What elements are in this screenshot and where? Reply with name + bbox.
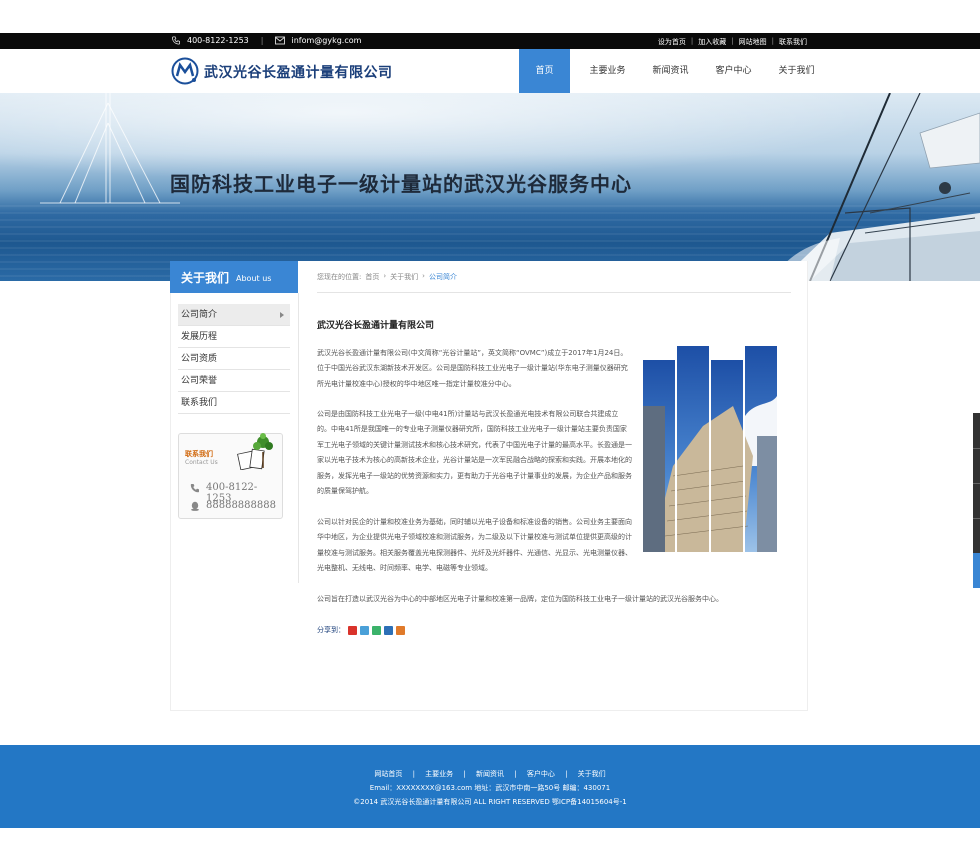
contact-card-qq[interactable]: 88888888888	[206, 500, 276, 511]
set-homepage-link[interactable]: 设为首页	[658, 37, 686, 47]
floating-side-tab[interactable]	[973, 413, 980, 588]
tab-separator	[973, 448, 980, 449]
contact-card-subtitle: Contact Us	[185, 459, 218, 466]
footer-link-business[interactable]: 主要业务	[425, 770, 453, 778]
top-divider: |	[260, 36, 264, 45]
tab-separator	[973, 518, 980, 519]
breadcrumb-separator: ›	[383, 272, 387, 280]
share-bar: 分享到：	[317, 625, 405, 635]
qq-icon	[191, 501, 199, 511]
footer-link-divider: |	[412, 770, 415, 778]
sidebar-header: 关于我们 About us	[170, 261, 298, 293]
site-footer: 网站首页 | 主要业务 | 新闻资讯 | 客户中心 | 关于我们 Email：X…	[0, 745, 980, 828]
footer-copyright: ©2014 武汉光谷长盈通计量有限公司 ALL RIGHT RESERVED 鄂…	[353, 798, 627, 806]
sidebar-menu: 公司简介 发展历程 公司资质 公司荣誉 联系我们	[178, 304, 290, 414]
sidebar-title: 关于我们	[181, 271, 230, 285]
contact-card-title: 联系我们	[185, 450, 213, 458]
nav-news[interactable]: 新闻资讯	[639, 49, 702, 93]
footer-link-news[interactable]: 新闻资讯	[476, 770, 504, 778]
sidebar-item-label: 发展历程	[181, 332, 218, 342]
sidebar-divider	[298, 293, 299, 583]
nav-about[interactable]: 关于我们	[765, 49, 828, 93]
sidebar-item-label: 公司荣誉	[181, 376, 218, 386]
top-whitespace	[0, 0, 980, 33]
breadcrumb: 您现在的位置: 首页 › 关于我们 › 公司简介	[317, 272, 457, 282]
mail-icon	[275, 36, 286, 45]
nav-business[interactable]: 主要业务	[576, 49, 639, 93]
logo-icon[interactable]	[171, 57, 199, 85]
floating-tab-active[interactable]	[973, 553, 980, 588]
banner-slogan: 国防科技工业电子一级计量站的武汉光谷服务中心	[170, 172, 632, 196]
phone-icon	[190, 484, 199, 493]
nav-customer[interactable]: 客户中心	[702, 49, 765, 93]
link-divider: |	[690, 37, 694, 45]
main-nav: 首页 主要业务 新闻资讯 客户中心 关于我们	[519, 49, 828, 93]
chevron-right-icon	[280, 312, 284, 318]
sidebar-subtitle: About us	[236, 274, 272, 283]
site-header: 武汉光谷长盈通计量有限公司 首页 主要业务 新闻资讯 客户中心 关于我们	[0, 49, 980, 93]
add-favorite-link[interactable]: 加入收藏	[698, 37, 726, 47]
article-paragraph: 公司旨在打造以武汉光谷为中心的中部地区光电子计量和校准第一品牌，定位为国防科技工…	[317, 595, 723, 603]
nav-home[interactable]: 首页	[519, 49, 570, 93]
footer-nav: 网站首页 | 主要业务 | 新闻资讯 | 客户中心 | 关于我们	[0, 769, 980, 779]
contact-card: 联系我们 Contact Us 400-8122-1253 8888888888…	[178, 433, 283, 519]
footer-link-divider: |	[463, 770, 466, 778]
hero-banner: 国防科技工业电子一级计量站的武汉光谷服务中心	[0, 93, 980, 281]
breadcrumb-home[interactable]: 首页	[365, 272, 379, 282]
sitemap-link[interactable]: 网站地图	[739, 37, 767, 47]
sidebar-item-qualification[interactable]: 公司资质	[178, 348, 290, 370]
company-name[interactable]: 武汉光谷长盈通计量有限公司	[204, 62, 393, 82]
sidebar-item-intro[interactable]: 公司简介	[178, 304, 290, 326]
sidebar-item-history[interactable]: 发展历程	[178, 326, 290, 348]
share-qzone-icon[interactable]	[360, 625, 369, 635]
article-paragraph: 公司以针对民企的计量和校准业务为基础，同时辅以光电子设备和标准设备的销售。公司业…	[317, 518, 632, 573]
breadcrumb-prefix: 您现在的位置:	[317, 273, 362, 281]
top-contact: 400-8122-1253 | infom@gykg.com	[171, 36, 361, 45]
article-paragraph: 武汉光谷长盈通计量有限公司(中文简称“光谷计量站”，英文简称“OVMC”)成立于…	[317, 349, 628, 388]
breadcrumb-about[interactable]: 关于我们	[390, 272, 418, 282]
share-weibo-icon[interactable]	[348, 625, 357, 635]
contact-us-link[interactable]: 联系我们	[779, 37, 807, 47]
top-phone: 400-8122-1253	[187, 36, 249, 45]
breadcrumb-separator: ›	[422, 272, 425, 280]
share-wechat-icon[interactable]	[372, 625, 381, 635]
breadcrumb-current: 公司简介	[428, 273, 457, 281]
top-links: 设为首页 | 加入收藏 | 网站地图 | 联系我们	[658, 37, 807, 47]
article-title: 武汉光谷长盈通计量有限公司	[317, 321, 435, 331]
footer-bottom-space	[0, 828, 980, 855]
sidebar-item-label: 公司资质	[181, 354, 218, 364]
plant-icon	[237, 433, 273, 470]
footer-link-divider: |	[565, 770, 568, 778]
sidebar-item-label: 公司简介	[181, 310, 218, 320]
footer-link-divider: |	[514, 770, 517, 778]
footer-link-customer[interactable]: 客户中心	[527, 770, 555, 778]
sailboat-illustration	[770, 93, 980, 281]
sidebar-item-label: 联系我们	[181, 398, 218, 408]
footer-link-about[interactable]: 关于我们	[578, 770, 606, 778]
building-image	[643, 346, 777, 552]
share-more-icon[interactable]	[396, 625, 405, 635]
link-divider: |	[731, 37, 734, 45]
bridge-illustration	[40, 93, 180, 204]
share-label: 分享到：	[317, 626, 345, 634]
breadcrumb-divider	[317, 292, 791, 293]
footer-address: Email：XXXXXXXX@163.com 地址：武汉市中南一路50号 邮编：…	[369, 784, 611, 792]
phone-icon	[171, 36, 181, 45]
footer-link-home[interactable]: 网站首页	[374, 770, 402, 778]
top-bar: 400-8122-1253 | infom@gykg.com 设为首页 | 加入…	[0, 33, 980, 49]
link-divider: |	[771, 37, 774, 45]
top-email[interactable]: infom@gykg.com	[291, 36, 361, 45]
share-renren-icon[interactable]	[384, 625, 393, 635]
sidebar-item-honors[interactable]: 公司荣誉	[178, 370, 290, 392]
tab-separator	[973, 483, 980, 484]
article-paragraph: 公司是由国防科技工业光电子一级(中电41所)计量站与武汉长盈通光电技术有限公司联…	[317, 410, 632, 496]
sidebar-item-contact[interactable]: 联系我们	[178, 392, 290, 414]
